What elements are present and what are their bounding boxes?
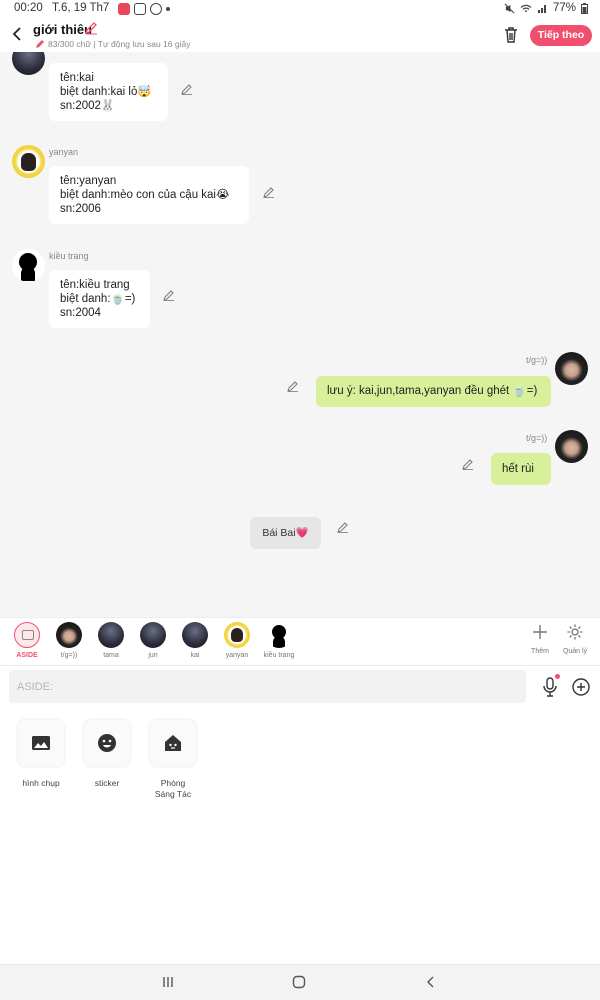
avatar-kieu-trang[interactable] [12, 249, 45, 282]
notification-icons [118, 3, 170, 15]
next-button[interactable]: Tiếp theo [530, 25, 592, 46]
sender-name: yanyan [49, 147, 79, 157]
gear-icon [567, 624, 583, 640]
character-tg[interactable]: t/g=)) [49, 622, 89, 659]
narration-bubble[interactable]: Bái Bai💗 [250, 517, 321, 549]
avatar-tg[interactable] [555, 430, 588, 463]
manage-button[interactable]: Quản lý [560, 623, 590, 655]
message-bubble[interactable]: lưu ý: kai,jun,tama,yanyan đều ghét 🍵=) [316, 376, 551, 407]
message-bubble[interactable]: hết rùi [491, 453, 551, 485]
status-time: 00:20 [14, 2, 43, 14]
avatar-kai[interactable] [12, 52, 45, 75]
tool-label: hình chụp [22, 778, 60, 788]
recent-apps-icon[interactable] [161, 975, 175, 989]
character-jun[interactable]: jun [133, 622, 173, 659]
photo-tool[interactable]: hình chụp [6, 720, 76, 789]
signal-icon [537, 4, 546, 13]
avatar-tg[interactable] [555, 352, 588, 385]
word-count-autosave: 83/300 chữ | Tự động lưu sau 16 giây [48, 39, 191, 49]
message-bubble[interactable]: tên:yanyan biệt danh:mèo con của cậu kai… [49, 166, 249, 224]
character-label: jun [148, 652, 158, 659]
more-notifications-icon [166, 7, 170, 11]
header: giới thiêu 83/300 chữ | Tự động lưu sau … [0, 18, 600, 52]
manage-label: Quản lý [562, 648, 588, 655]
image-icon [32, 736, 50, 750]
sender-name: t/g=)) [526, 355, 548, 365]
character-label: tama [103, 652, 119, 659]
smiley-icon [98, 734, 116, 752]
nav-back-icon[interactable] [424, 975, 438, 989]
input-row [0, 666, 600, 708]
character-avatar [56, 622, 82, 648]
character-label: kai [190, 652, 200, 659]
edit-message-icon[interactable] [263, 186, 275, 198]
avatar-yanyan[interactable] [12, 145, 45, 178]
battery-percent: 77% [552, 2, 576, 14]
character-label: ASIDE [16, 652, 38, 659]
notification-dot [555, 674, 560, 679]
sticker-tool[interactable]: sticker [72, 720, 142, 789]
status-date: T.6, 19 Th7 [52, 2, 110, 14]
mute-icon [504, 3, 515, 13]
small-pencil-icon [36, 40, 44, 48]
home-icon[interactable] [292, 975, 306, 989]
character-avatar [182, 622, 208, 648]
edit-message-icon[interactable] [337, 521, 349, 533]
pencil-icon[interactable] [84, 21, 98, 35]
tool-label: sticker [94, 778, 120, 788]
system-icons: 77% [504, 2, 588, 14]
edit-message-icon[interactable] [181, 83, 193, 95]
message-input[interactable] [9, 670, 526, 703]
sender-name: t/g=)) [526, 433, 548, 443]
character-avatar [140, 622, 166, 648]
character-avatar [266, 622, 292, 648]
character-tama[interactable]: tama [91, 622, 131, 659]
tool-box [18, 720, 64, 766]
message-bubble[interactable]: tên:kai biệt danh:kai lỏ🤯 sn:2002🐰 [49, 63, 168, 121]
tool-box [150, 720, 196, 766]
character-label: t/g=)) [60, 652, 78, 659]
edit-message-icon[interactable] [287, 380, 299, 392]
character-avatar [224, 622, 250, 648]
edit-message-icon[interactable] [462, 458, 474, 470]
character-avatar [98, 622, 124, 648]
edit-message-icon[interactable] [163, 289, 175, 301]
sender-name: kiều trang [49, 251, 89, 261]
back-arrow-icon[interactable] [8, 24, 26, 44]
chat-area[interactable]: tên:kai biệt danh:kai lỏ🤯 sn:2002🐰 yanya… [0, 52, 600, 617]
app-notification-icon [118, 3, 130, 15]
attachment-tools: hình chụp sticker Phòng Sáng Tác [0, 708, 600, 964]
message-bubble[interactable]: tên:kiều trang biệt danh:🍵=) sn:2004 [49, 270, 150, 328]
aside-icon [14, 622, 40, 648]
add-circle-icon[interactable] [571, 677, 591, 697]
messenger-icon [150, 3, 162, 15]
instagram-icon [134, 3, 146, 15]
character-bar: ASIDE t/g=)) tama jun kai yanyan kiều tr… [0, 617, 600, 666]
plus-icon [533, 625, 547, 639]
battery-icon [581, 2, 588, 14]
character-label: kiều trang [263, 652, 295, 659]
add-label: Thêm [531, 648, 549, 655]
character-kieu-trang[interactable]: kiều trang [259, 622, 299, 659]
character-yanyan[interactable]: yanyan [217, 622, 257, 659]
tool-label: Phòng Sáng Tác [154, 778, 192, 799]
system-nav-bar [0, 964, 600, 1000]
tool-box [84, 720, 130, 766]
microphone-icon[interactable] [540, 676, 560, 698]
character-kai[interactable]: kai [175, 622, 215, 659]
house-icon [165, 735, 181, 751]
status-bar: 00:20 T.6, 19 Th7 77% [0, 0, 600, 18]
character-label: yanyan [225, 652, 249, 659]
wifi-icon [520, 4, 532, 12]
creative-room-tool[interactable]: Phòng Sáng Tác [138, 720, 208, 800]
character-aside[interactable]: ASIDE [7, 622, 47, 659]
add-character-button[interactable]: Thêm [525, 623, 555, 655]
trash-icon[interactable] [502, 25, 520, 45]
